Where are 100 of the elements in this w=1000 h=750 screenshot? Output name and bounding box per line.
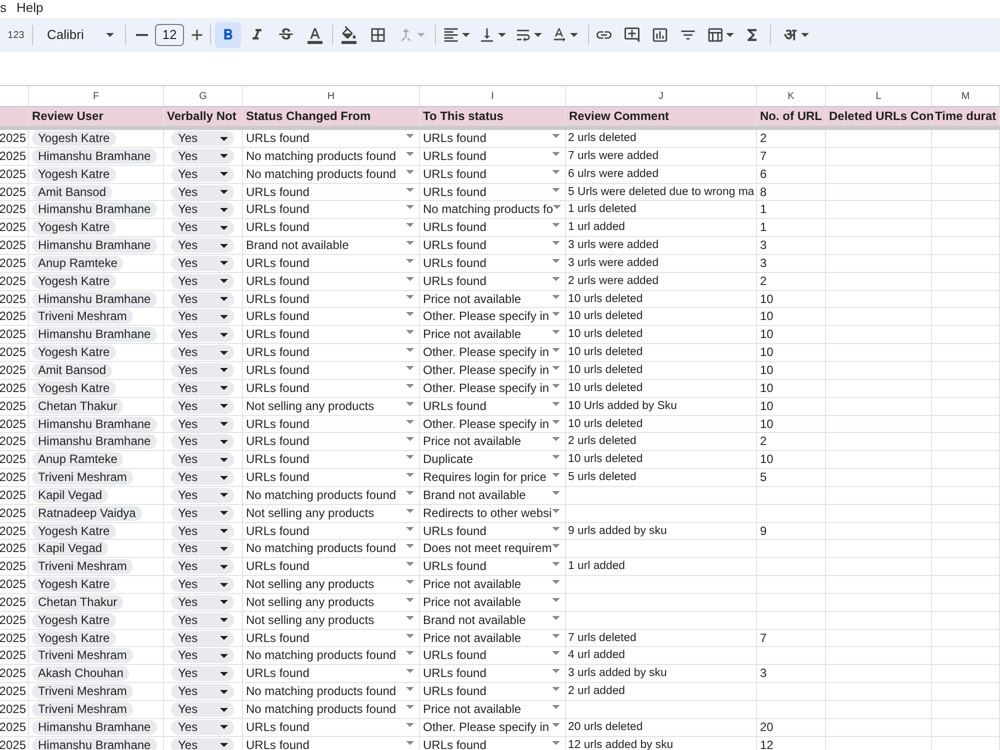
status-dropdown[interactable]: URLs found	[420, 647, 566, 664]
dropdown-chip[interactable]: Yes	[171, 380, 234, 396]
status-dropdown[interactable]: URLs found	[243, 469, 420, 486]
status-dropdown[interactable]: Price not available	[420, 576, 566, 594]
person-chip[interactable]: Amit Bansod	[32, 362, 112, 378]
status-dropdown[interactable]: URLs found	[420, 237, 566, 254]
status-dropdown[interactable]: Not selling any products	[243, 612, 420, 629]
status-dropdown[interactable]: URLs found	[243, 272, 420, 290]
column-letter[interactable]: M	[961, 88, 970, 104]
status-dropdown[interactable]: URLs found	[420, 148, 566, 165]
person-chip[interactable]: Yogesh Katre	[32, 524, 116, 539]
person-chip[interactable]: Kapil Vegad	[32, 488, 108, 503]
person-chip[interactable]: Himanshu Bramhane	[32, 416, 157, 432]
dropdown-chip[interactable]: Yes	[171, 220, 234, 236]
status-dropdown[interactable]: URLs found	[420, 130, 566, 147]
person-chip[interactable]: Himanshu Bramhane	[32, 738, 157, 750]
status-dropdown[interactable]: URLs found	[420, 522, 566, 540]
column-letter[interactable]: G	[199, 88, 207, 104]
status-dropdown[interactable]: URLs found	[420, 736, 566, 750]
person-chip[interactable]: Akash Chouhan	[32, 666, 130, 682]
column-letter[interactable]: I	[491, 88, 494, 104]
person-chip[interactable]: Himanshu Bramhane	[32, 720, 157, 735]
person-chip[interactable]: Ratnadeep Vaidya	[32, 506, 142, 521]
column-letter[interactable]: H	[327, 88, 335, 104]
dropdown-chip[interactable]: Yes	[171, 702, 234, 717]
person-chip[interactable]: Chetan Thakur	[32, 398, 124, 414]
status-dropdown[interactable]: URLs found	[420, 665, 566, 682]
dropdown-chip[interactable]: Yes	[171, 416, 234, 432]
menu-item[interactable]: Help	[16, 0, 44, 16]
status-dropdown[interactable]: Brand not available	[420, 486, 566, 504]
status-dropdown[interactable]: Price not available	[420, 290, 566, 308]
status-dropdown[interactable]: No matching products found	[243, 701, 420, 718]
dropdown-chip[interactable]: Yes	[171, 327, 234, 342]
status-dropdown[interactable]: URLs found	[420, 254, 566, 272]
person-chip[interactable]: Amit Bansod	[32, 184, 112, 200]
dropdown-chip[interactable]: Yes	[171, 131, 234, 146]
menu-item[interactable]: s	[0, 0, 6, 16]
status-dropdown[interactable]: Price not available	[420, 326, 566, 344]
person-chip[interactable]: Yogesh Katre	[32, 131, 116, 146]
status-dropdown[interactable]: No matching products found	[243, 486, 420, 504]
status-dropdown[interactable]: Does not meet requirem	[420, 540, 566, 558]
status-dropdown[interactable]: Other. Please specify in	[420, 362, 566, 379]
status-dropdown[interactable]: URLs found	[243, 344, 420, 362]
dropdown-chip[interactable]: Yes	[171, 274, 234, 289]
status-dropdown[interactable]: URLs found	[243, 433, 420, 450]
status-dropdown[interactable]: URLs found	[243, 522, 420, 540]
status-dropdown[interactable]: URLs found	[243, 130, 420, 147]
dropdown-chip[interactable]: Yes	[171, 577, 234, 592]
dropdown-chip[interactable]: Yes	[171, 738, 234, 750]
status-dropdown[interactable]: URLs found	[420, 166, 566, 183]
person-chip[interactable]: Triveni Meshram	[32, 684, 133, 700]
status-dropdown[interactable]: URLs found	[243, 416, 420, 432]
status-dropdown[interactable]: Not selling any products	[243, 398, 420, 415]
dropdown-chip[interactable]: Yes	[171, 488, 234, 503]
column-letter[interactable]: F	[92, 88, 100, 104]
dropdown-chip[interactable]: Yes	[171, 559, 234, 574]
dropdown-chip[interactable]: Yes	[171, 256, 234, 271]
font-size-field[interactable]: 12	[155, 24, 184, 46]
status-dropdown[interactable]: URLs found	[243, 308, 420, 326]
status-dropdown[interactable]: URLs found	[420, 219, 566, 236]
input-tools-button[interactable]: अ	[780, 22, 813, 48]
person-chip[interactable]: Yogesh Katre	[32, 577, 116, 592]
dropdown-chip[interactable]: Yes	[171, 345, 234, 360]
status-dropdown[interactable]: No matching products fo	[420, 201, 566, 218]
dropdown-chip[interactable]: Yes	[171, 184, 234, 200]
status-dropdown[interactable]: URLs found	[243, 558, 420, 576]
status-dropdown[interactable]: Duplicate	[420, 451, 566, 468]
status-dropdown[interactable]: No matching products found	[243, 148, 420, 165]
status-dropdown[interactable]: Redirects to other websi	[420, 504, 566, 522]
dropdown-chip[interactable]: Yes	[171, 630, 234, 646]
dropdown-chip[interactable]: Yes	[171, 666, 234, 682]
status-dropdown[interactable]: No matching products found	[243, 647, 420, 664]
dropdown-chip[interactable]: Yes	[171, 292, 234, 307]
status-dropdown[interactable]: URLs found	[243, 290, 420, 308]
status-dropdown[interactable]: Other. Please specify in	[420, 344, 566, 362]
person-chip[interactable]: Himanshu Bramhane	[32, 202, 157, 218]
person-chip[interactable]: Triveni Meshram	[32, 470, 133, 486]
person-chip[interactable]: Yogesh Katre	[32, 274, 116, 289]
status-dropdown[interactable]: Price not available	[420, 630, 566, 647]
status-dropdown[interactable]: URLs found	[243, 451, 420, 468]
dropdown-chip[interactable]: Yes	[171, 434, 234, 450]
person-chip[interactable]: Himanshu Bramhane	[32, 238, 157, 254]
person-chip[interactable]: Yogesh Katre	[32, 220, 116, 236]
column-letter[interactable]: K	[788, 88, 794, 104]
status-dropdown[interactable]: URLs found	[243, 184, 420, 201]
dropdown-chip[interactable]: Yes	[171, 148, 234, 164]
bold-button[interactable]	[215, 22, 241, 48]
dropdown-chip[interactable]: Yes	[171, 594, 234, 610]
status-dropdown[interactable]: URLs found	[243, 201, 420, 218]
person-chip[interactable]: Himanshu Bramhane	[32, 292, 157, 307]
status-dropdown[interactable]: Other. Please specify in	[420, 718, 566, 736]
person-chip[interactable]: Anup Ramteke	[32, 452, 124, 468]
status-dropdown[interactable]: Other. Please specify in	[420, 416, 566, 432]
dropdown-chip[interactable]: Yes	[171, 470, 234, 486]
status-dropdown[interactable]: Not selling any products	[243, 504, 420, 522]
person-chip[interactable]: Himanshu Bramhane	[32, 434, 157, 450]
person-chip[interactable]: Triveni Meshram	[32, 559, 133, 574]
dropdown-chip[interactable]: Yes	[171, 648, 234, 664]
person-chip[interactable]: Triveni Meshram	[32, 648, 133, 664]
status-dropdown[interactable]: URLs found	[243, 630, 420, 647]
